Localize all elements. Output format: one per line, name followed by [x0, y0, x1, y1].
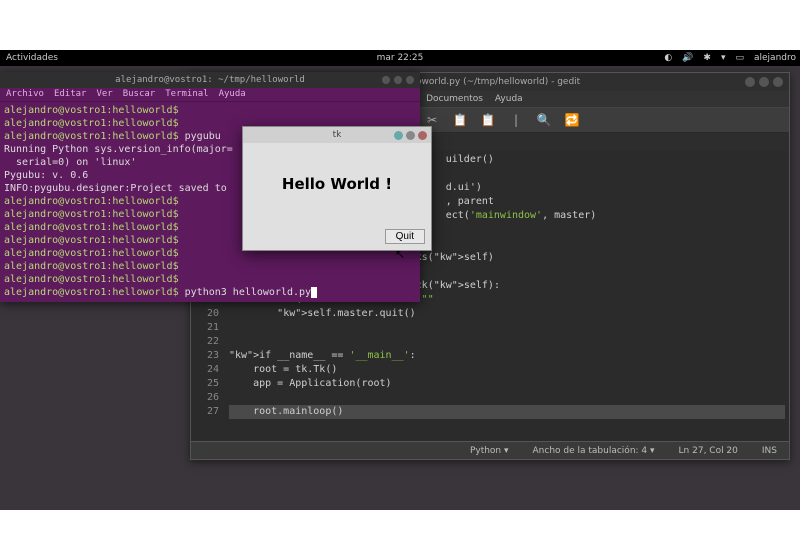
battery-icon[interactable]: ▭ — [735, 53, 744, 63]
tk-titlebar[interactable]: tk — [243, 127, 431, 143]
menu-ayuda[interactable]: Ayuda — [495, 94, 523, 104]
maximize-icon[interactable] — [394, 76, 402, 84]
tk-window: tk Hello World ! Quit — [242, 126, 432, 251]
terminal-title-text: alejandro@vostro1: ~/tmp/helloworld — [115, 74, 305, 87]
tk-label: Hello World ! — [243, 143, 431, 225]
network-icon[interactable]: ▾ — [721, 53, 726, 63]
gedit-title-text: helloworld.py (~/tmp/helloworld) - gedit — [400, 77, 580, 87]
sep-icon: | — [507, 111, 525, 129]
replace-icon[interactable]: 🔁 — [563, 111, 581, 129]
status-position: Ln 27, Col 20 — [679, 446, 738, 456]
activities-button[interactable]: Actividades — [0, 53, 58, 63]
maximize-icon[interactable] — [406, 131, 415, 140]
menu-editar[interactable]: Editar — [54, 88, 87, 101]
terminal-menubar: Archivo Editar Ver Buscar Terminal Ayuda — [0, 88, 420, 102]
copy-icon[interactable]: 📋 — [451, 111, 469, 129]
menu-archivo[interactable]: Archivo — [6, 88, 44, 101]
paste-icon[interactable]: 📋 — [479, 111, 497, 129]
gnome-topbar: Actividades mar 22:25 ◐ 🔊 ✱ ▾ ▭ alejandr… — [0, 50, 800, 66]
menu-terminal[interactable]: Terminal — [165, 88, 208, 101]
user-menu[interactable]: alejandro — [754, 53, 796, 63]
close-icon[interactable] — [406, 76, 414, 84]
quit-button[interactable]: Quit — [385, 229, 425, 244]
bluetooth-icon[interactable]: ✱ — [703, 53, 711, 63]
terminal-titlebar[interactable]: alejandro@vostro1: ~/tmp/helloworld — [0, 72, 420, 88]
minimize-icon[interactable] — [745, 77, 755, 87]
minimize-icon[interactable] — [394, 131, 403, 140]
gedit-statusbar: Python ▾ Ancho de la tabulación: 4 ▾ Ln … — [191, 441, 789, 459]
menu-documentos[interactable]: Documentos — [426, 94, 483, 104]
close-icon[interactable] — [418, 131, 427, 140]
status-lang[interactable]: Python ▾ — [470, 446, 509, 456]
desktop: Actividades mar 22:25 ◐ 🔊 ✱ ▾ ▭ alejandr… — [0, 50, 800, 510]
maximize-icon[interactable] — [759, 77, 769, 87]
menu-buscar[interactable]: Buscar — [123, 88, 156, 101]
status-tabwidth[interactable]: Ancho de la tabulación: 4 ▾ — [533, 446, 655, 456]
find-icon[interactable]: 🔍 — [535, 111, 553, 129]
menu-ver[interactable]: Ver — [96, 88, 112, 101]
minimize-icon[interactable] — [382, 76, 390, 84]
accessibility-icon[interactable]: ◐ — [664, 53, 672, 63]
clock[interactable]: mar 22:25 — [377, 53, 424, 63]
status-mode: INS — [762, 446, 777, 456]
volume-icon[interactable]: 🔊 — [682, 53, 693, 63]
close-icon[interactable] — [773, 77, 783, 87]
menu-ayuda[interactable]: Ayuda — [219, 88, 246, 101]
system-tray: ◐ 🔊 ✱ ▾ ▭ alejandro — [664, 53, 796, 63]
tk-title-text: tk — [333, 130, 342, 140]
